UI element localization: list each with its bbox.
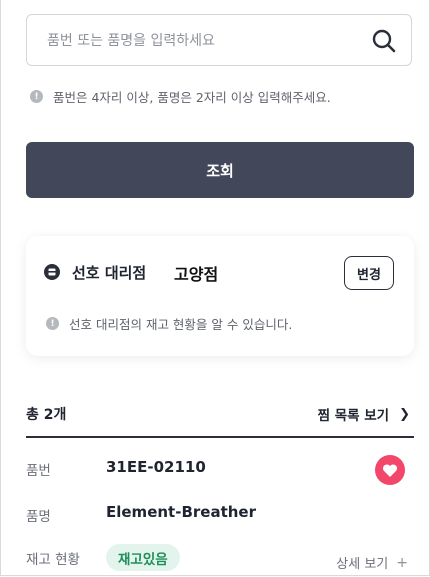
chevron-right-icon: ❯ [399,406,410,422]
favorite-button[interactable] [375,455,405,485]
wishlist-link[interactable]: 찜 목록 보기 ❯ [317,404,410,425]
heart-icon [382,463,398,477]
info-icon: ! [30,90,43,103]
total-count: 총 2개 [26,407,67,423]
search-box[interactable] [26,14,412,67]
change-store-button[interactable]: 변경 [344,256,394,290]
search-hint: ! 품번은 4자리 이상, 품명은 2자리 이상 입력해주세요. [30,87,331,106]
store-name: 고양점 [174,265,219,284]
store-icon [44,264,60,280]
results-summary: 총 2개 찜 목록 보기 ❯ [26,402,414,438]
search-button[interactable]: 조회 [26,142,414,198]
part-number-label: 품번 [26,463,51,479]
part-number-value: 31EE-02110 [106,458,206,476]
part-name-label: 품명 [26,509,51,525]
stock-label: 재고 현황 [26,552,80,568]
part-name-value: Element-Breather [106,503,256,521]
wishlist-link-label: 찜 목록 보기 [317,408,390,424]
store-label: 선호 대리점 [72,264,147,282]
info-icon: ! [46,317,59,330]
detail-link-label: 상세 보기 [336,557,389,572]
stock-status-badge: 재고있음 [106,544,180,571]
search-hint-text: 품번은 4자리 이상, 품명은 2자리 이상 입력해주세요. [53,90,331,105]
preferred-store-card: 선호 대리점 고양점 변경 ! 선호 대리점의 재고 현황을 알 수 있습니다. [26,236,414,356]
store-hint: ! 선호 대리점의 재고 현황을 알 수 있습니다. [46,314,292,333]
detail-link[interactable]: 상세 보기 + [336,553,408,573]
store-hint-text: 선호 대리점의 재고 현황을 알 수 있습니다. [69,317,293,332]
plus-icon: + [396,554,408,571]
search-input[interactable] [45,15,359,67]
search-icon[interactable] [371,28,397,54]
